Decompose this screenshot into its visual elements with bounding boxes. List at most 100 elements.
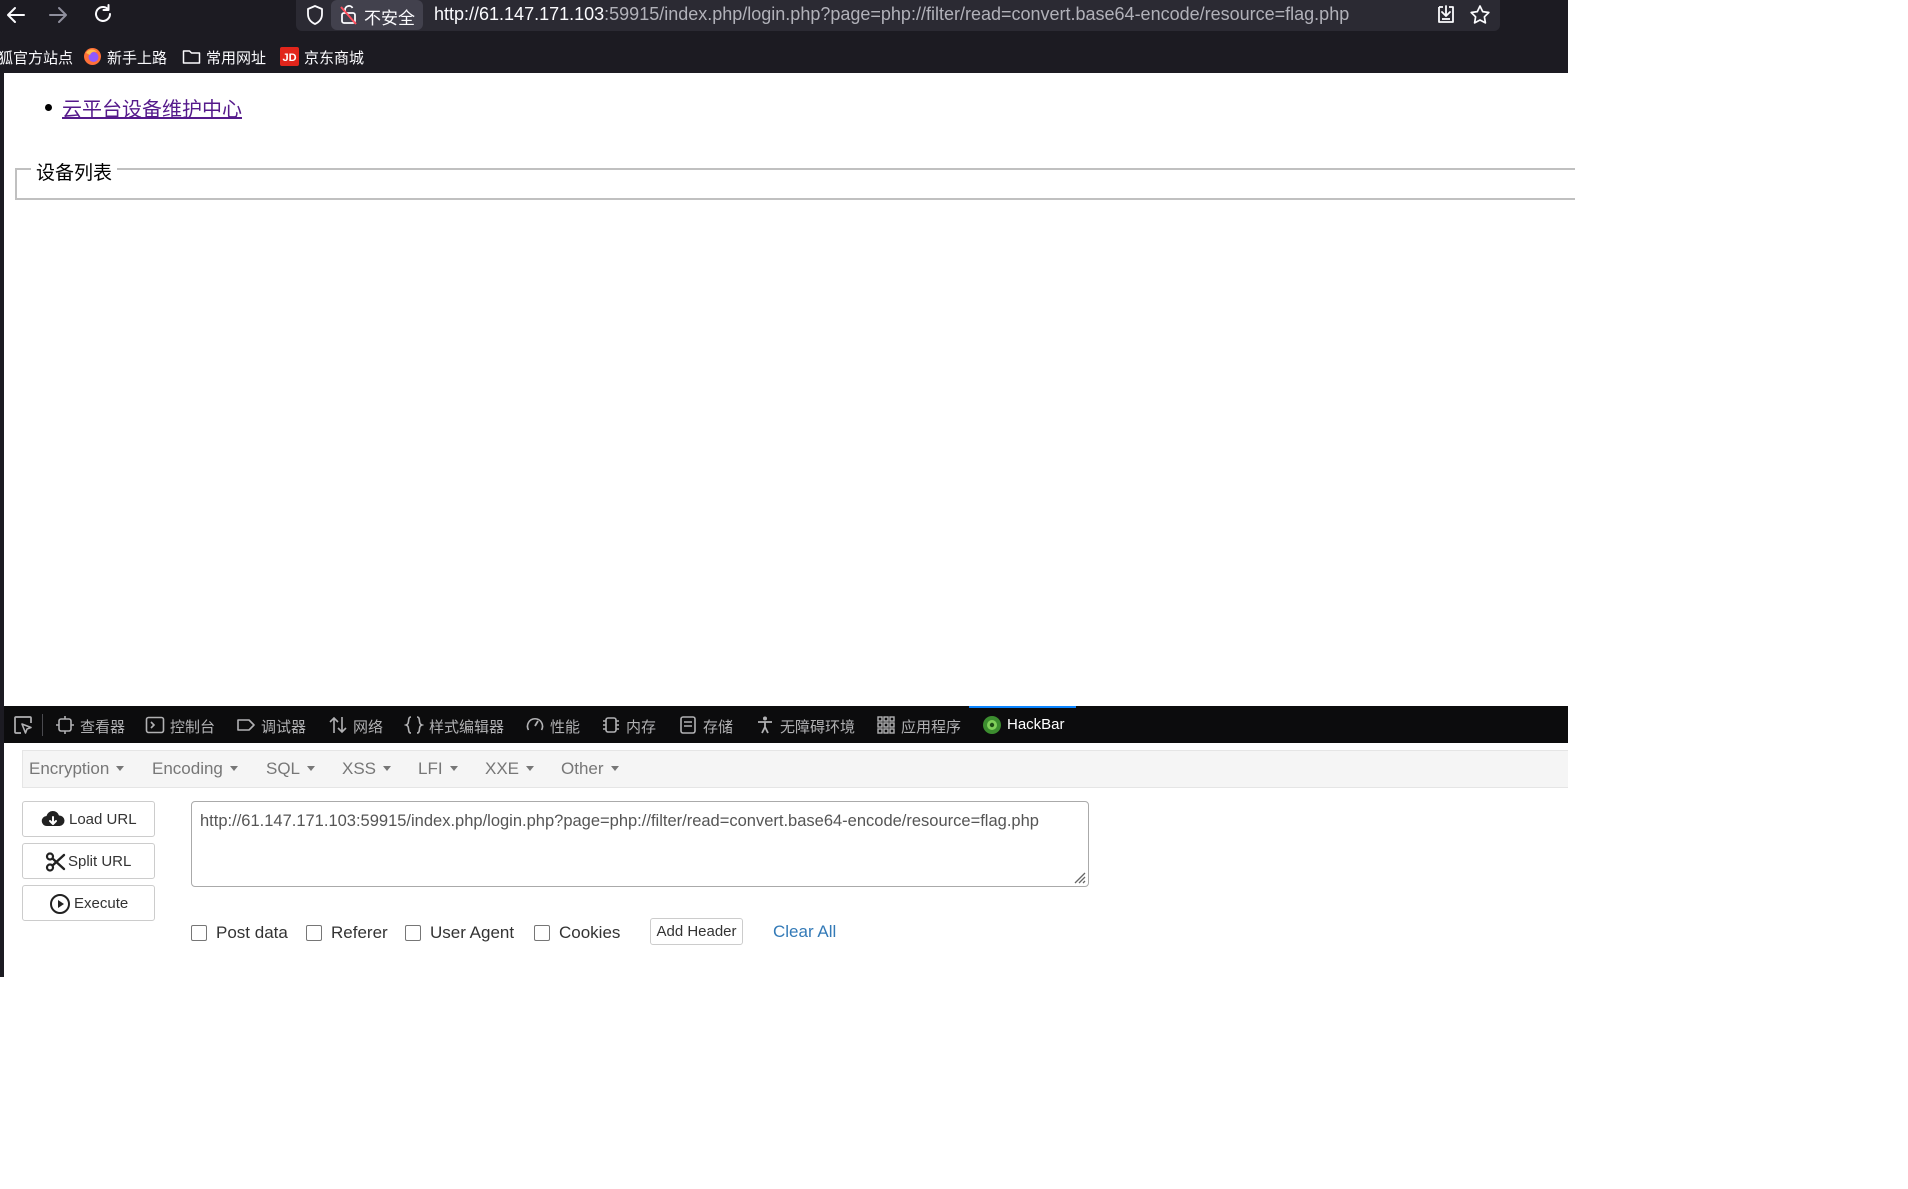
back-button[interactable] <box>2 1 30 29</box>
hackbar-menu-bar: Encryption Encoding SQL XSS LFI XXE Othe… <box>22 750 1568 788</box>
tab-label: 应用程序 <box>901 719 962 736</box>
bookmark-label: 狐官方站点 <box>0 50 74 67</box>
arrow-right-icon <box>44 1 72 29</box>
url-bar[interactable]: 不安全 http://61.147.171.103:59915/index.ph… <box>296 0 1500 31</box>
debugger-icon <box>236 715 256 735</box>
bookmark-label: 新手上路 <box>107 50 168 67</box>
checkbox-box[interactable] <box>405 925 421 941</box>
menu-xss[interactable]: XSS <box>342 759 392 779</box>
memory-icon <box>601 715 621 735</box>
button-label: Split URL <box>68 853 132 870</box>
browser-toolbar: 不安全 http://61.147.171.103:59915/index.ph… <box>0 0 1568 73</box>
element-picker-icon[interactable] <box>12 714 34 736</box>
address-text[interactable]: http://61.147.171.103:59915/index.php/lo… <box>434 4 1349 25</box>
url-textarea-value: http://61.147.171.103:59915/index.php/lo… <box>200 812 1039 830</box>
caret-down-icon <box>116 766 125 771</box>
inspector-icon <box>55 715 75 735</box>
clear-all-link[interactable]: Clear All <box>773 922 836 942</box>
devtools-tab-bar: 查看器 控制台 调试器 网络 样式编辑器 性能 内存 存储 无障碍环境 应用程序… <box>0 706 1568 743</box>
hackbar-icon <box>982 715 1002 735</box>
network-icon <box>328 715 348 735</box>
menu-encoding[interactable]: Encoding <box>152 759 238 779</box>
bookmarks-toolbar: 狐官方站点 新手上路 常用网址 JD 京东商城 <box>0 42 1568 70</box>
menu-encryption[interactable]: Encryption <box>29 759 125 779</box>
menu-label: XSS <box>342 759 377 778</box>
list-bullet <box>45 104 52 111</box>
resize-grip-icon[interactable] <box>1070 868 1086 884</box>
caret-down-icon <box>449 766 458 771</box>
caret-down-icon <box>383 766 392 771</box>
insecure-label: 不安全 <box>364 9 415 28</box>
checkbox-box[interactable] <box>191 925 207 941</box>
menu-label: Encoding <box>152 759 223 778</box>
menu-label: Other <box>561 759 604 778</box>
tab-label: 调试器 <box>261 719 307 736</box>
forward-button[interactable] <box>44 1 72 29</box>
svg-text:JD: JD <box>282 52 296 64</box>
tab-label: 存储 <box>703 719 734 736</box>
caret-down-icon <box>307 766 316 771</box>
menu-label: XXE <box>485 759 520 778</box>
devtools-panel: 查看器 控制台 调试器 网络 样式编辑器 性能 内存 存储 无障碍环境 应用程序… <box>0 706 1568 977</box>
play-circle-icon <box>49 893 71 915</box>
broken-lock-icon <box>339 4 359 26</box>
caret-down-icon <box>526 766 535 771</box>
menu-label: Encryption <box>29 759 110 778</box>
reload-button[interactable] <box>89 1 117 29</box>
button-label: Load URL <box>69 811 137 828</box>
tab-label: HackBar <box>1007 716 1065 733</box>
scissors-icon <box>45 851 67 873</box>
window-edge <box>0 706 4 977</box>
arrow-left-icon <box>2 1 30 29</box>
tab-separator <box>42 714 43 736</box>
maintenance-center-link[interactable]: 云平台设备维护中心 <box>62 93 242 122</box>
menu-sql[interactable]: SQL <box>266 759 316 779</box>
split-url-button[interactable]: Split URL <box>22 843 155 879</box>
menu-label: SQL <box>266 759 301 778</box>
console-icon <box>145 715 165 735</box>
application-icon <box>876 715 896 735</box>
device-list-fieldset <box>15 168 1575 200</box>
menu-lfi[interactable]: LFI <box>418 759 458 779</box>
add-header-button[interactable]: Add Header <box>650 918 743 945</box>
checkbox-label: Referer <box>331 923 388 942</box>
storage-icon <box>678 715 698 735</box>
jd-icon: JD <box>280 47 299 66</box>
tab-label: 样式编辑器 <box>429 719 505 736</box>
tab-label: 网络 <box>353 719 384 736</box>
button-label: Execute <box>74 895 129 912</box>
style-editor-icon <box>404 715 424 735</box>
device-list-legend: 设备列表 <box>36 162 113 184</box>
menu-label: LFI <box>418 759 443 778</box>
page-viewport: 云平台设备维护中心 设备列表 <box>0 73 1575 706</box>
bookmark-label: 京东商城 <box>304 50 365 67</box>
folder-icon <box>182 47 201 66</box>
window-edge <box>0 73 4 706</box>
checkbox-box[interactable] <box>534 925 550 941</box>
tab-label: 性能 <box>550 719 581 736</box>
caret-down-icon <box>229 766 238 771</box>
url-host: http://61.147.171.103 <box>434 4 605 24</box>
caret-down-icon <box>610 766 619 771</box>
bookmark-label: 常用网址 <box>206 50 267 67</box>
tracking-protection-shield-icon[interactable] <box>304 4 326 26</box>
menu-xxe[interactable]: XXE <box>485 759 535 779</box>
active-tab-indicator <box>969 706 1076 708</box>
cloud-download-icon <box>41 809 65 831</box>
checkbox-label: User Agent <box>430 923 515 942</box>
menu-other[interactable]: Other <box>561 759 619 779</box>
checkbox-box[interactable] <box>306 925 322 941</box>
tab-label: 查看器 <box>80 719 126 736</box>
load-url-button[interactable]: Load URL <box>22 801 155 837</box>
reload-icon <box>89 1 117 29</box>
execute-button[interactable]: Execute <box>22 885 155 921</box>
accessibility-icon <box>755 715 775 735</box>
download-icon[interactable] <box>1434 3 1458 27</box>
insecure-connection-indicator[interactable]: 不安全 <box>331 0 423 30</box>
firefox-icon <box>83 47 102 66</box>
tab-label: 无障碍环境 <box>780 719 856 736</box>
tab-label: 内存 <box>626 719 657 736</box>
url-path: :59915/index.php/login.php?page=php://fi… <box>604 4 1350 24</box>
hackbar-url-textarea[interactable]: http://61.147.171.103:59915/index.php/lo… <box>191 801 1089 887</box>
bookmark-star-icon[interactable] <box>1468 3 1492 27</box>
